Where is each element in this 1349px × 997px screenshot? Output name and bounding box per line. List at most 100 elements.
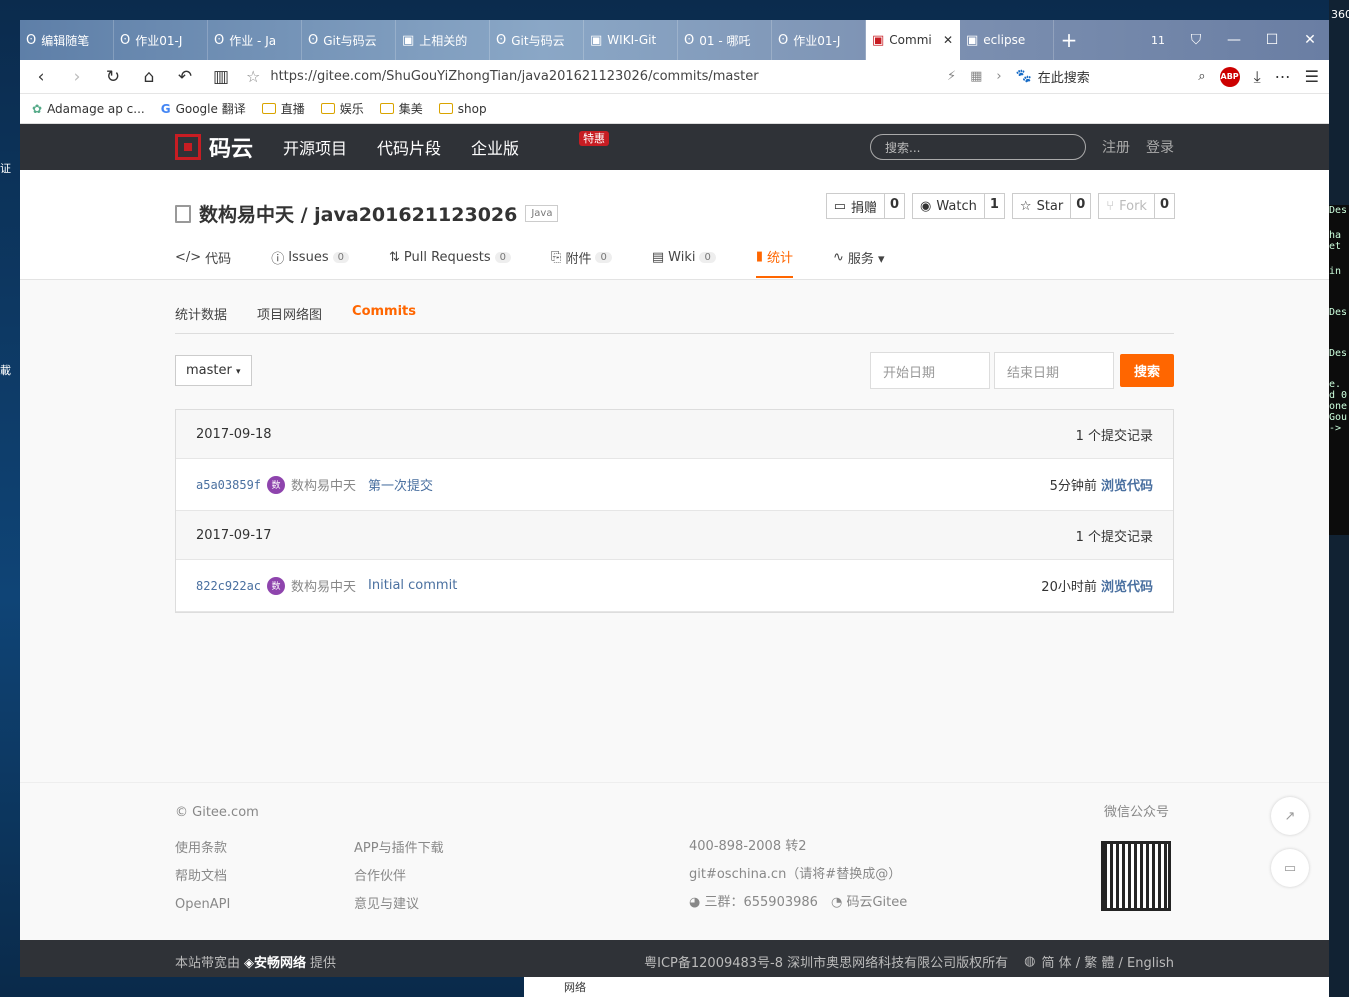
terminal-window: Des ha et in Des Des e. d 0 one Gou -> [1329,205,1349,535]
url-text[interactable]: https://gitee.com/ShuGouYiZhongTian/java… [270,69,758,84]
tab-code[interactable]: </> 代码 [175,247,231,278]
register-link[interactable]: 注册 [1102,137,1130,157]
bookmark-folder[interactable]: 娱乐 [320,100,364,117]
commit-sha[interactable]: 822c922ac [196,579,261,593]
commit-message[interactable]: 第一次提交 [368,475,433,494]
anchnet-logo[interactable]: ◈安畅网络 [244,952,306,971]
weibo-link[interactable]: 码云Gitee [846,895,907,910]
tab-label: 服务 ▾ [847,252,885,267]
project-header: 数构易中天 / java201621123026 Java ▭ 捐赠 0 ◉ Watc… [20,170,1329,280]
browser-tab[interactable]: ʘ 作业01-J [114,20,208,60]
search-icon[interactable]: ⌕ [1198,69,1205,84]
avatar[interactable]: 数 [267,475,286,494]
browser-tab[interactable]: ʘ 作业 - Ja [208,20,302,60]
avatar[interactable]: 数 [267,576,286,595]
skin-icon[interactable]: ⛉ [1177,32,1215,48]
tab-count-badge[interactable]: 11 [1139,34,1177,47]
browse-code-link[interactable]: 浏览代码 [1101,580,1153,595]
footer-link[interactable]: APP与插件下载 [354,835,444,863]
adblock-icon[interactable]: ABP [1219,66,1240,87]
footer-link[interactable]: 使用条款 [175,835,230,863]
commit-sha[interactable]: a5a03859f [196,478,261,492]
nav-enterprise[interactable]: 企业版 特惠 [471,131,610,159]
menu-icon[interactable]: ☰ [1305,67,1319,86]
qq-group[interactable]: 三群：655903986 [704,895,817,910]
tab-services[interactable]: ∿ 服务 ▾ [833,247,885,278]
fork-button[interactable]: ⑂ Fork 0 [1098,193,1175,219]
undo-close-icon[interactable]: ↶ [174,67,196,87]
gitee-logo[interactable]: 码云 [175,131,253,163]
baidu-icon[interactable]: 🐾 [1016,69,1032,84]
lightning-icon[interactable]: ⚡ [947,69,956,84]
share-icon[interactable]: ↗ [1271,797,1309,835]
reload-icon[interactable]: ↻ [102,67,124,87]
browse-code-link[interactable]: 浏览代码 [1101,479,1153,494]
home-icon[interactable]: ⌂ [138,67,160,87]
address-bar[interactable]: ☆ https://gitee.com/ShuGouYiZhongTian/ja… [246,67,1002,86]
commit-message[interactable]: Initial commit [368,578,457,593]
tab-label: 作业01-J [793,33,841,48]
phone: 400-898-2008 转2 [689,839,807,854]
browser-tab[interactable]: ʘ 01 - 哪吒 [678,20,772,60]
maximize-icon[interactable]: ☐ [1253,32,1291,48]
browser-tab[interactable]: ʘ 编辑随笔 [20,20,114,60]
search-button[interactable]: 搜索 [1120,354,1174,387]
subtab-stats-data[interactable]: 统计数据 [175,304,227,323]
branch-select[interactable]: master ▾ [175,355,252,386]
bookmark-item[interactable]: ✿ Adamage ap c... [32,102,145,116]
anchnet-icon: ◈ [244,955,255,971]
tab-attachments[interactable]: ⎘ 附件 0 [551,247,612,278]
terminal-line: -> [1329,423,1342,434]
qr-icon[interactable]: ▦ [970,69,982,84]
chevron-right-icon[interactable]: › [996,69,1001,84]
nav-snippets[interactable]: 代码片段 [377,135,441,159]
star-button[interactable]: ☆ Star 0 [1011,193,1092,219]
project-title[interactable]: 数构易中天 / java201621123026 [199,200,517,227]
search-box[interactable]: 🐾 在此搜索 ⌕ [1016,67,1206,86]
commit-author[interactable]: 数构易中天 [291,576,356,595]
download-icon[interactable]: ⤓ [1254,67,1261,87]
browser-tab[interactable]: ▣ 上相关的 [396,20,490,60]
browser-tab[interactable]: ▣ WIKI-Git [584,20,678,60]
login-link[interactable]: 登录 [1146,137,1174,157]
end-date-input[interactable]: 结束日期 [994,352,1114,389]
tab-wiki[interactable]: ▤ Wiki 0 [652,247,716,278]
browser-tab[interactable]: ʘ Git与码云 [490,20,584,60]
commit-author[interactable]: 数构易中天 [291,475,356,494]
reading-mode-icon[interactable]: ▥ [210,67,232,87]
footer-link[interactable]: 帮助文档 [175,863,230,891]
language-switch[interactable]: 简 体 / 繁 體 / English [1042,952,1175,971]
footer-link[interactable]: 合作伙伴 [354,863,444,891]
site-search-input[interactable]: 搜索... [870,134,1086,160]
feedback-icon[interactable]: ▭ [1271,849,1309,887]
new-tab-button[interactable]: + [1054,28,1084,52]
back-icon[interactable]: ‹ [30,67,52,87]
forward-icon[interactable]: › [66,67,88,87]
bookmark-folder[interactable]: 直播 [261,100,305,117]
tab-count: 0 [595,252,612,263]
search-input[interactable]: 在此搜索 [1038,67,1090,86]
bookmark-folder[interactable]: 集美 [379,100,423,117]
start-date-input[interactable]: 开始日期 [870,352,990,389]
watch-button[interactable]: ◉ Watch 1 [912,193,1005,219]
footer-link[interactable]: 意见与建议 [354,891,444,919]
nav-open-source[interactable]: 开源项目 [283,135,347,159]
minimize-icon[interactable]: — [1215,32,1253,48]
close-window-icon[interactable]: ✕ [1291,32,1329,48]
browser-tab-active[interactable]: ▣ Commi ✕ [866,20,960,60]
browser-tab[interactable]: ʘ Git与码云 [302,20,396,60]
close-tab-icon[interactable]: ✕ [943,33,953,47]
donate-button[interactable]: ▭ 捐赠 0 [825,193,906,219]
tab-pull-requests[interactable]: ⇅ Pull Requests 0 [389,247,512,278]
subtab-commits[interactable]: Commits [352,304,416,323]
footer-link[interactable]: OpenAPI [175,891,230,919]
more-icon[interactable]: ⋯ [1275,67,1291,86]
tab-stats[interactable]: ▮ 统计 [755,247,794,278]
browser-tab[interactable]: ▣ eclipse [960,20,1054,60]
bookmark-folder[interactable]: shop [438,102,487,116]
tab-issues[interactable]: ⓘ Issues 0 [271,247,349,278]
bookmark-item[interactable]: G Google 翻译 [161,100,246,117]
star-icon[interactable]: ☆ [246,67,260,86]
browser-tab[interactable]: ʘ 作业01-J [772,20,866,60]
subtab-network[interactable]: 项目网络图 [257,304,322,323]
